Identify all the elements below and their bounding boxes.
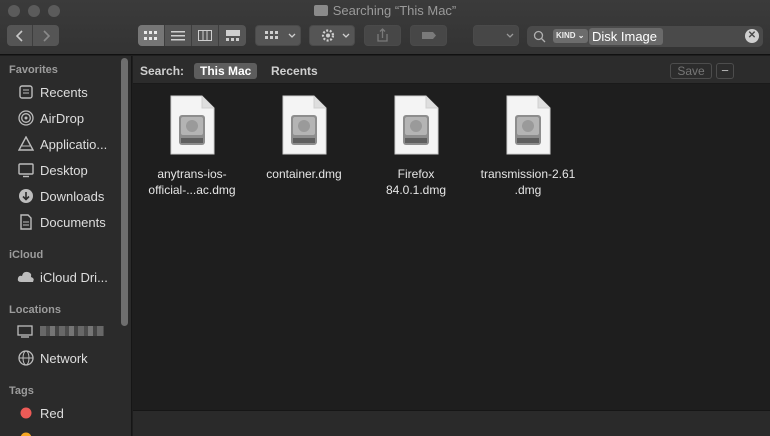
group-by-button[interactable] [255, 25, 301, 46]
group-by-icon [265, 31, 296, 39]
status-bar [133, 410, 770, 436]
window-title: Searching “This Mac” [0, 3, 770, 18]
sidebar-header-tags: Tags [9, 385, 34, 397]
downloads-icon [17, 187, 35, 205]
disk-image-icon [506, 95, 551, 155]
toolbar: Searching “This Mac” KIND ⌄ Disk Image ✕ [0, 0, 770, 55]
icon-view-button[interactable] [138, 25, 165, 46]
sidebar-item-tag-red[interactable]: Red [17, 403, 127, 423]
sidebar-item-computer[interactable] [17, 321, 127, 341]
network-icon [17, 349, 35, 367]
sidebar-item-icloud-drive[interactable]: iCloud Dri... [17, 267, 127, 287]
search-scope-bar: Search: This Mac Recents Save − [133, 56, 770, 84]
redacted-computer-name [40, 326, 104, 336]
disk-image-icon [394, 95, 439, 155]
gear-icon [321, 29, 350, 42]
scope-recents-button[interactable]: Recents [271, 64, 318, 78]
view-mode-group [138, 25, 246, 46]
sidebar-item-downloads[interactable]: Downloads [17, 186, 127, 206]
folder-icon [313, 5, 328, 16]
column-view-button[interactable] [192, 25, 219, 46]
sidebar-item-desktop[interactable]: Desktop [17, 160, 127, 180]
sidebar-item-label: iCloud Dri... [40, 269, 108, 285]
sidebar-item-recents[interactable]: Recents [17, 82, 127, 102]
finder-window: Searching “This Mac” KIND ⌄ Disk Image ✕… [0, 0, 770, 436]
toolbar-dropdown[interactable] [473, 25, 519, 46]
scope-this-mac-button[interactable]: This Mac [194, 63, 258, 79]
disk-image-icon [282, 95, 327, 155]
chevron-right-icon [43, 29, 51, 42]
sidebar-item-label: Applicatio... [40, 136, 108, 152]
sidebar-item-label: Recents [40, 84, 88, 100]
file-item[interactable]: Firefox 84.0.1.dmg [360, 95, 472, 198]
back-forward-group [7, 25, 59, 46]
search-scope-label: Search: [140, 64, 185, 78]
share-button[interactable] [364, 25, 401, 46]
sidebar-item-tag-orange[interactable] [17, 428, 127, 436]
documents-icon [17, 213, 35, 231]
sidebar-header-favorites: Favorites [9, 64, 58, 76]
computer-icon [17, 322, 35, 340]
tag-dot-icon [17, 429, 35, 436]
sidebar-scrollbar[interactable] [121, 58, 128, 326]
sidebar-item-label: Red [40, 405, 64, 421]
file-name: container.dmg [266, 167, 342, 181]
results-area: anytrans-ios-official-...ac.dmg containe… [133, 85, 770, 410]
icon-view-icon [144, 30, 157, 40]
applications-icon [17, 135, 35, 153]
sidebar-item-network[interactable]: Network [17, 348, 127, 368]
list-view-button[interactable] [165, 25, 192, 46]
sidebar-item-documents[interactable]: Documents [17, 212, 127, 232]
gallery-view-button[interactable] [219, 25, 246, 46]
search-token[interactable]: Disk Image [589, 28, 663, 45]
sidebar-item-label: AirDrop [40, 110, 85, 126]
sidebar-item-label: Network [40, 350, 88, 366]
cloud-icon [17, 268, 35, 286]
file-name: Firefox 84.0.1.dmg [385, 167, 447, 197]
sidebar-item-label: Downloads [40, 188, 105, 204]
sidebar-item-label: Desktop [40, 162, 88, 178]
chevron-left-icon [15, 29, 23, 42]
tag-icon [422, 32, 436, 39]
forward-button[interactable] [33, 25, 59, 46]
sidebar-header-icloud: iCloud [9, 249, 44, 261]
search-kind-chip[interactable]: KIND ⌄ [553, 29, 588, 43]
search-field[interactable]: KIND ⌄ Disk Image ✕ [527, 26, 763, 47]
back-button[interactable] [7, 25, 33, 46]
remove-criteria-button[interactable]: − [716, 63, 734, 79]
airdrop-icon [17, 109, 35, 127]
save-search-button[interactable]: Save [670, 63, 712, 79]
sidebar-item-airdrop[interactable]: AirDrop [17, 108, 127, 128]
file-item[interactable]: anytrans-ios-official-...ac.dmg [136, 95, 248, 198]
share-icon [377, 28, 388, 42]
column-view-icon [198, 30, 212, 41]
sidebar-item-label: Documents [40, 214, 106, 230]
file-name: anytrans-ios-official-...ac.dmg [148, 167, 236, 197]
file-name: transmission-2.61 .dmg [480, 167, 576, 197]
tag-dot-icon [17, 404, 35, 422]
list-view-icon [171, 30, 185, 40]
edit-tags-button[interactable] [410, 25, 447, 46]
action-menu-button[interactable] [309, 25, 355, 46]
sidebar-item-applications[interactable]: Applicatio... [17, 134, 127, 154]
chevron-down-icon [506, 33, 514, 38]
desktop-icon [17, 161, 35, 179]
clock-icon [17, 83, 35, 101]
gallery-view-icon [225, 30, 240, 41]
sidebar: Favorites Recents AirDrop Applicatio... … [0, 56, 132, 436]
sidebar-header-locations: Locations [9, 304, 61, 316]
disk-image-icon [170, 95, 215, 155]
clear-search-button[interactable]: ✕ [745, 29, 759, 43]
file-item[interactable]: container.dmg [248, 95, 360, 182]
file-item[interactable]: transmission-2.61 .dmg [472, 95, 584, 198]
search-icon [533, 30, 546, 43]
